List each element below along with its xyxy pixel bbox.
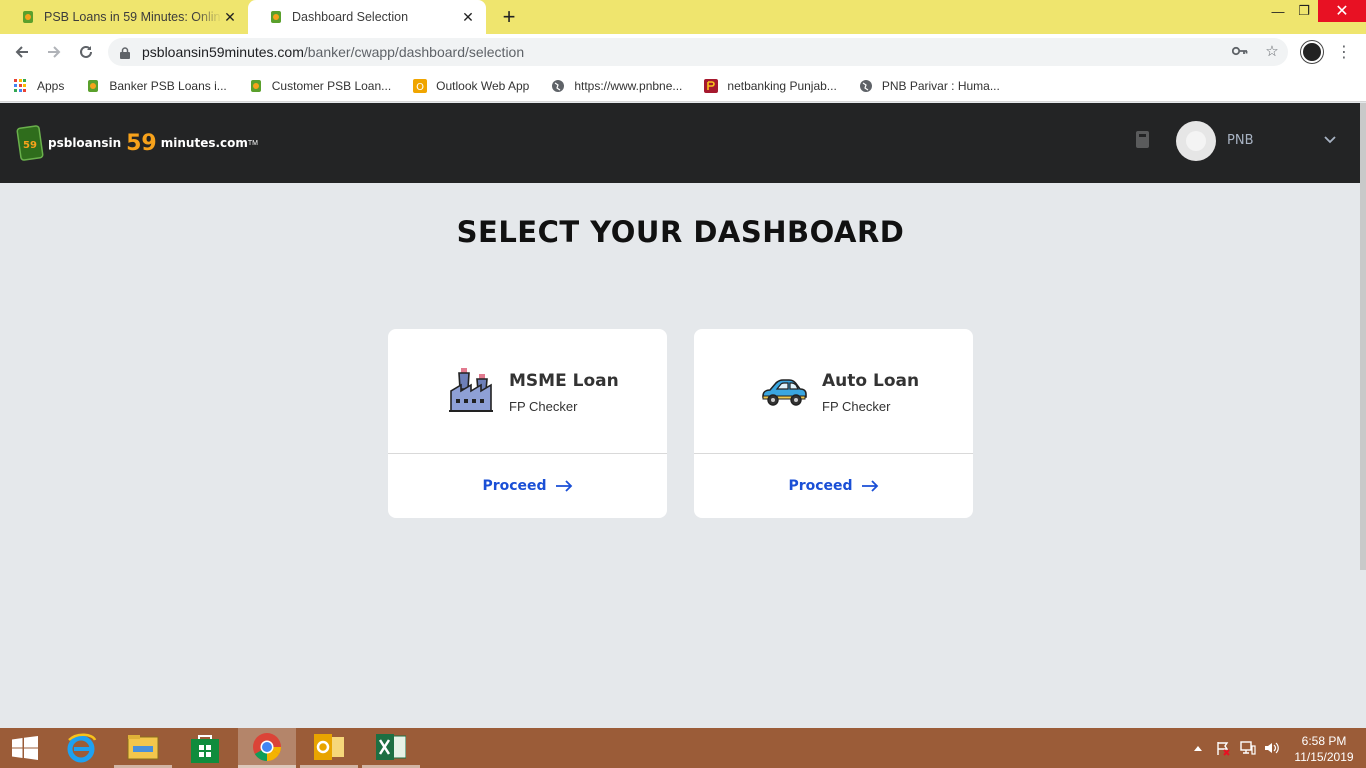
browser-toolbar: psbloansin59minutes.com/banker/cwapp/das…	[0, 34, 1366, 70]
card-body: Auto Loan FP Checker	[694, 329, 973, 454]
network-icon[interactable]	[1240, 728, 1256, 768]
store-icon[interactable]	[176, 728, 234, 768]
file-explorer-icon[interactable]	[114, 728, 172, 768]
bookmark-pnb-parivar[interactable]: PNB Parivar : Huma...	[859, 79, 1000, 93]
user-name[interactable]: PNB	[1227, 133, 1253, 148]
volume-icon[interactable]	[1264, 728, 1280, 768]
auto-proceed-button[interactable]: Proceed	[694, 454, 973, 518]
excel-icon[interactable]	[362, 728, 420, 768]
page-content: 59 psbloansin 59 minutes.com TM PNB SELE…	[0, 103, 1366, 728]
msme-proceed-button[interactable]: Proceed	[388, 454, 667, 518]
bookmark-label: PNB Parivar : Huma...	[881, 78, 1000, 93]
windows-taskbar: 6:58 PM 11/15/2019	[0, 728, 1366, 768]
tab-close-icon[interactable]: ✕	[222, 9, 238, 25]
card-subtitle: FP Checker	[822, 399, 891, 414]
globe-icon	[859, 79, 872, 92]
brand-part1: psbloansin	[48, 136, 122, 150]
bookmark-label: Banker PSB Loans i...	[109, 78, 227, 93]
psb-logo-icon: 59	[16, 125, 44, 161]
outlook-icon: O	[413, 78, 428, 93]
factory-icon	[449, 368, 493, 412]
tab-dashboard-selection[interactable]: Dashboard Selection ✕	[248, 0, 486, 34]
lock-icon	[120, 46, 130, 59]
bookmark-label: Outlook Web App	[436, 78, 530, 93]
bookmark-netbanking-punjab[interactable]: netbanking Punjab...	[704, 78, 837, 93]
arrow-right-icon	[861, 480, 878, 492]
clock-date: 11/15/2019	[1294, 750, 1354, 764]
window-close-icon[interactable]: ✕	[1318, 0, 1366, 22]
tab-close-icon[interactable]: ✕	[460, 9, 476, 25]
bookmark-pnbnet[interactable]: https://www.pnbne...	[551, 79, 682, 93]
card-title: MSME Loan	[509, 371, 619, 391]
pnb-icon	[704, 78, 719, 93]
chevron-down-icon[interactable]	[1322, 131, 1338, 147]
proceed-label: Proceed	[788, 478, 853, 494]
new-tab-button[interactable]: +	[496, 4, 522, 29]
bookmark-customer-psb[interactable]: Customer PSB Loan...	[249, 79, 391, 93]
psb-favicon	[88, 79, 99, 92]
bookmark-label: netbanking Punjab...	[727, 78, 837, 93]
bookmark-label: https://www.pnbne...	[574, 78, 683, 93]
svg-text:O: O	[416, 82, 424, 93]
reload-icon[interactable]	[74, 40, 98, 64]
apps-grid-icon	[14, 78, 28, 93]
auto-loan-card: Auto Loan FP Checker Proceed	[694, 329, 973, 518]
page-title: SELECT YOUR DASHBOARD	[456, 215, 905, 249]
bookmark-apps[interactable]: Apps	[14, 78, 65, 93]
card-title: Auto Loan	[822, 371, 920, 391]
proceed-label: Proceed	[482, 478, 547, 494]
arrow-right-icon	[555, 480, 572, 492]
tab-psb-loans[interactable]: PSB Loans in 59 Minutes: Online ✕	[0, 0, 248, 34]
outlook-taskbar-icon[interactable]	[300, 728, 358, 768]
psb-favicon	[23, 11, 33, 23]
profile-avatar-icon[interactable]	[1301, 41, 1323, 63]
url-host: psbloansin59minutes.com	[142, 44, 304, 60]
tab-title: PSB Loans in 59 Minutes: Online	[44, 10, 222, 24]
card-body: MSME Loan FP Checker	[388, 329, 667, 454]
avatar[interactable]	[1176, 121, 1216, 161]
msme-loan-card: MSME Loan FP Checker Proceed	[388, 329, 667, 518]
url-path: /banker/cwapp/dashboard/selection	[303, 44, 525, 60]
bookmarks-bar: Apps Banker PSB Loans i... Customer PSB …	[0, 70, 1366, 102]
tab-strip: PSB Loans in 59 Minutes: Online ✕ Dashbo…	[0, 0, 1366, 34]
chrome-icon[interactable]	[238, 728, 296, 768]
show-hidden-icons-icon[interactable]	[1193, 728, 1203, 768]
tab-title: Dashboard Selection	[292, 10, 409, 24]
menu-kebab-icon[interactable]: ⋮	[1334, 41, 1354, 63]
car-icon	[762, 379, 807, 406]
bookmark-banker-psb[interactable]: Banker PSB Loans i...	[86, 78, 227, 93]
windows-logo-icon	[12, 736, 38, 760]
forward-arrow-icon[interactable]	[42, 40, 66, 64]
key-icon[interactable]	[1229, 40, 1251, 62]
internet-explorer-icon[interactable]	[52, 728, 110, 768]
brand-part3: minutes.com	[160, 136, 248, 150]
psb-favicon	[271, 11, 281, 23]
bookmark-outlook[interactable]: O Outlook Web App	[413, 78, 530, 93]
brand-part2: 59	[126, 130, 157, 156]
psb-favicon	[250, 79, 261, 92]
address-bar[interactable]: psbloansin59minutes.com/banker/cwapp/das…	[108, 38, 1288, 66]
windows-start-button[interactable]	[0, 728, 50, 768]
clock-time: 6:58 PM	[1301, 734, 1347, 748]
brand-trademark: TM	[247, 139, 258, 147]
star-icon[interactable]: ☆	[1261, 40, 1283, 62]
bookmark-label: Customer PSB Loan...	[271, 78, 392, 93]
brand-logo[interactable]: 59 psbloansin 59 minutes.com TM	[16, 125, 258, 161]
bookmark-label: Apps	[37, 78, 65, 93]
globe-icon	[552, 79, 565, 92]
back-arrow-icon[interactable]	[10, 40, 34, 64]
calculator-icon[interactable]	[1136, 131, 1149, 148]
svg-text:59: 59	[23, 140, 37, 151]
taskbar-clock[interactable]: 6:58 PM 11/15/2019	[1290, 733, 1358, 765]
page-scrollbar[interactable]	[1360, 103, 1366, 570]
site-header: 59 psbloansin 59 minutes.com TM PNB	[0, 103, 1361, 183]
action-center-flag-icon[interactable]	[1215, 728, 1231, 768]
card-subtitle: FP Checker	[509, 399, 578, 414]
